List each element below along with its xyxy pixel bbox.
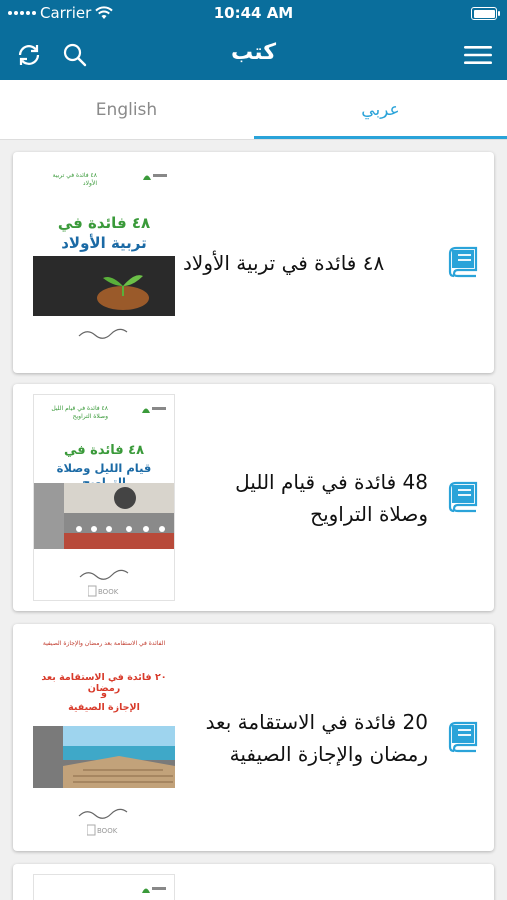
book-card[interactable]: الفائدة في الاستقامة بعد رمضان والإجازة … — [13, 624, 494, 851]
tab-arabic[interactable]: عربي — [254, 80, 507, 140]
cover-heading-line1: ٤٨ فائدة في — [63, 443, 145, 458]
nav-bar: كتب — [0, 30, 507, 80]
battery-icon — [471, 7, 500, 20]
book-cover: ٤٨ فائدة في تربية الأولاد ٤٨ فائدة في تر… — [33, 162, 175, 352]
cover-top-text: الفائدة في الاستقامة بعد رمضان والإجازة … — [42, 640, 166, 647]
menu-button[interactable] — [461, 38, 495, 72]
publisher-logo-icon — [142, 887, 166, 893]
publisher-logo-icon — [143, 174, 167, 180]
book-brand-icon: BOOK — [88, 585, 119, 597]
svg-text:BOOK: BOOK — [97, 827, 118, 835]
book-cover: الفائدة في الاستقامة بعد رمضان والإجازة … — [33, 638, 175, 838]
cover-top-text: ٤٨ فائدة في تربية الأولاد — [52, 172, 97, 187]
status-time: 10:44 AM — [213, 4, 294, 22]
language-tabs: English عربي — [0, 80, 507, 140]
book-card[interactable]: ٤٨ فائدة في تربية الأولاد ٤٨ فائدة في تر… — [13, 152, 494, 373]
top-bar: Carrier 10:44 AM كتب — [0, 0, 507, 80]
publisher-logo-icon — [142, 407, 166, 413]
book-icon — [448, 246, 478, 278]
cover-photo-mosque — [34, 483, 174, 549]
book-title: 20 فائدة في الاستقامة بعد رمضان والإجازة… — [205, 709, 428, 766]
cover-photo-plant — [33, 256, 175, 316]
book-cover: ٤٨ فائدة في قيام الليل وصلاة التراويح ٤٨… — [33, 394, 175, 601]
cover-top-text: ٤٨ فائدة في قيام الليل وصلاة التراويح — [51, 405, 108, 420]
cover-header: ٤٨ فائدة في تربية الأولاد — [33, 170, 175, 187]
book-card[interactable]: ٤٨ فائدة في قيام الليل وصلاة التراويح ٤٨… — [13, 384, 494, 611]
author-signature-icon — [79, 569, 129, 580]
tab-english[interactable]: English — [0, 80, 253, 140]
cover-photo-pier — [33, 726, 175, 788]
book-title: ٤٨ فائدة في تربية الأولاد — [183, 250, 385, 275]
book-cover — [33, 874, 175, 900]
tab-indicator — [254, 136, 507, 139]
author-signature-icon — [78, 808, 128, 819]
page-title: كتب — [230, 40, 277, 65]
cover-heading-line2: و — [101, 688, 107, 699]
status-bar: Carrier 10:44 AM — [0, 0, 507, 30]
author-signature-icon — [78, 328, 128, 339]
cover-header — [34, 883, 174, 897]
cover-heading-line1: ٤٨ فائدة في — [57, 214, 151, 232]
book-brand-icon: BOOK — [87, 824, 118, 836]
cover-header: ٤٨ فائدة في قيام الليل وصلاة التراويح — [34, 403, 174, 420]
book-icon — [448, 721, 478, 753]
book-card[interactable] — [13, 864, 494, 900]
book-icon — [448, 481, 478, 513]
cover-heading-line2: تربية الأولاد — [61, 234, 147, 252]
menu-icon — [464, 46, 492, 64]
svg-text:BOOK: BOOK — [98, 588, 119, 596]
book-title: 48 فائدة في قيام الليل وصلاة التراويح — [235, 469, 428, 526]
cover-heading-line3: الإجازة الصيفية — [68, 702, 140, 713]
